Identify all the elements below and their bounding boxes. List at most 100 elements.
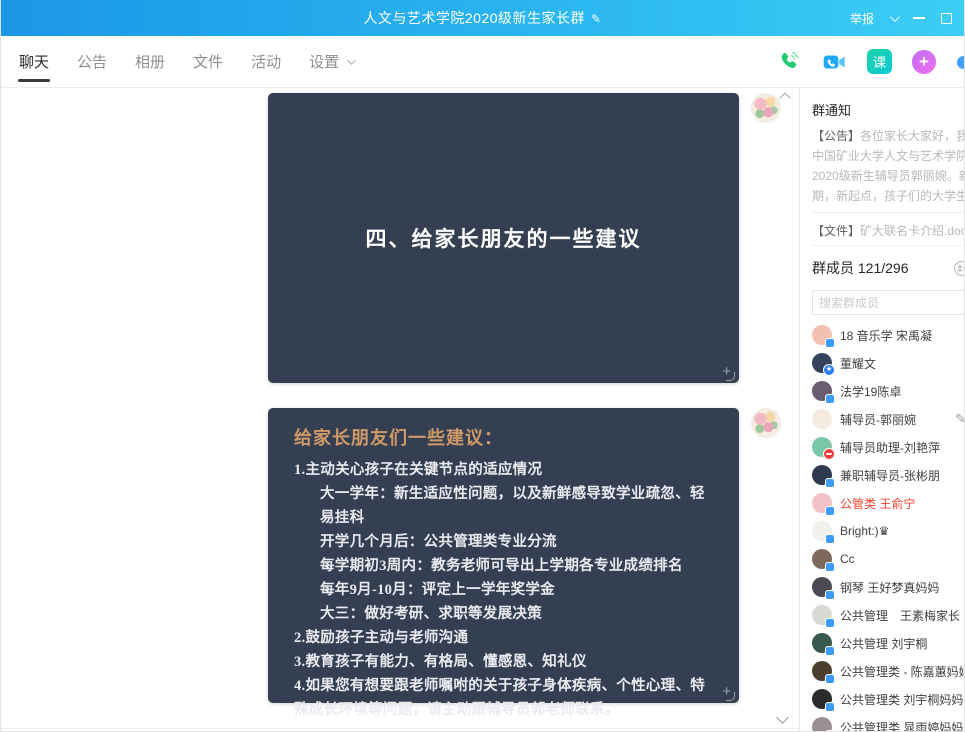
slide-text-line: 开学几个月后：公共管理类专业分流 [294,530,715,554]
member-name: 法学19陈卓 [840,383,901,400]
member-avatar [812,353,832,373]
status-badge-icon [825,646,835,656]
file-notice-row[interactable]: 【文件】矿大联名卡介绍.doc [812,222,964,239]
title-bar: 人文与艺术学院2020级新生家长群 ✎ 举报 [1,0,964,36]
status-badge-icon [823,448,835,460]
class-icon-label: 课 [873,52,886,71]
member-avatar [812,465,832,485]
status-badge-icon [823,364,835,376]
member-row[interactable]: 公共管理类 刘宇桐妈妈 ✎ [812,685,964,713]
tab-label: 聊天 [19,51,49,72]
tab[interactable]: 聊天 [19,36,49,87]
member-name: 钢琴 王好梦真妈妈 [840,579,939,596]
member-row[interactable]: 董耀文 ✎ [812,349,964,377]
member-name: 公管类 王俞宁 [840,495,915,512]
member-name: 辅导员-郭丽婉 [840,411,916,428]
class-group-icon[interactable]: 课 [867,49,892,74]
voice-call-button[interactable] [775,49,801,75]
window-controls: 举报 [850,0,952,36]
window-title: 人文与艺术学院2020级新生家长群 [363,10,585,26]
title-center: 人文与艺术学院2020级新生家长群 ✎ [1,8,964,28]
announcement-label: 【公告】 [812,129,860,143]
member-row[interactable]: 辅导员助理-刘艳萍 ✎ [812,433,964,461]
member-avatar [812,633,832,653]
member-row[interactable]: 公共管理类 晁雨婷妈妈 ✎ [812,713,964,732]
status-badge-icon [825,394,835,404]
file-name: 矿大联名卡介绍.doc [860,224,964,238]
content-area: 四、给家长朋友的一些建议 + 给家长朋友们一些建议： 1.主动关心孩子在关键节点… [1,88,964,732]
scroll-down-icon[interactable] [776,711,789,724]
members-header: 群成员 121/296 [812,258,964,278]
member-row[interactable]: 法学19陈卓 ✎ [812,377,964,405]
status-badge-icon [825,534,835,544]
slide-text-line: 大一学年：新生适应性问题，以及新鲜感导致学业疏忽、轻易挂科 [294,482,715,530]
minimize-button[interactable] [913,17,925,19]
report-button[interactable]: 举报 [850,10,874,27]
tab[interactable]: 文件 [193,36,223,87]
sender-avatar[interactable] [751,408,781,438]
video-call-button[interactable] [821,49,847,75]
tab[interactable]: 活动 [251,36,281,87]
slide-text-line: 1.主动关心孩子在关键节点的适应情况 [294,458,715,482]
tab-label: 设置 [309,51,339,72]
mute-members-icon[interactable] [953,260,964,277]
member-row[interactable]: 公共管理 王素梅家长 ✎ [812,601,964,629]
member-name: 公共管理类 - 陈嘉蕙妈妈 [840,663,964,680]
tab[interactable]: 相册 [135,36,165,87]
slide-body: 1.主动关心孩子在关键节点的适应情况大一学年：新生适应性问题，以及新鲜感导致学业… [294,458,715,722]
status-badge-icon [825,506,835,516]
member-row[interactable]: 辅导员-郭丽婉 ✎ [812,405,964,433]
tab[interactable]: 公告 [77,36,107,87]
tab-list: 聊天 公告 相册 文件 活动 设置 [19,36,353,87]
member-row[interactable]: 钢琴 王好梦真妈妈 ✎ [812,573,964,601]
member-name: 辅导员助理-刘艳萍 [840,439,940,456]
member-avatar [812,437,832,457]
zoom-in-icon[interactable]: + [722,684,731,699]
tab-label: 文件 [193,51,223,72]
slide-image-message[interactable]: 四、给家长朋友的一些建议 + [268,93,739,383]
member-row[interactable]: 兼职辅导员-张彬朋 ✎ [812,461,964,489]
chevron-down-icon [347,56,355,64]
member-row[interactable]: 公共管理类 - 陈嘉蕙妈妈 ✎ [812,657,964,685]
slide-text-line: 3.教育孩子有能力、有格局、懂感恩、知礼仪 [294,650,715,674]
tab-label: 相册 [135,51,165,72]
member-row[interactable]: 18 音乐学 宋禹凝 ✎ [812,321,964,349]
member-avatar [812,717,832,732]
edit-member-card-icon[interactable]: ✎ [955,411,964,427]
member-name: 公共管理 刘宇桐 [840,635,927,652]
add-button[interactable]: + [912,50,936,74]
member-name: 公共管理类 晁雨婷妈妈 [840,719,963,732]
maximize-button[interactable] [941,13,952,24]
member-avatar [812,381,832,401]
member-avatar [812,689,832,709]
slide-heading: 给家长朋友们一些建议： [294,424,715,450]
slide-image-message[interactable]: 给家长朋友们一些建议： 1.主动关心孩子在关键节点的适应情况大一学年：新生适应性… [268,408,739,703]
slide-text-line: 2.鼓励孩子主动与老师沟通 [294,626,715,650]
member-name: 公共管理 王素梅家长 [840,607,960,624]
member-row[interactable]: 公管类 王俞宁 ✎ [812,489,964,517]
qq-group-chat-window: 人文与艺术学院2020级新生家长群 ✎ 举报 聊天 公告 相册 [0,0,965,732]
zoom-in-icon[interactable]: + [722,364,731,379]
member-row[interactable]: Cc ✎ [812,545,964,573]
status-badge-icon [825,618,835,628]
edit-group-name-icon[interactable]: ✎ [591,12,602,26]
member-row[interactable]: 公共管理 刘宇桐 ✎ [812,629,964,657]
member-avatar [812,521,832,541]
member-name: Bright:)♛ [840,524,889,538]
status-badge-icon [825,562,835,572]
member-name: 董耀文 [840,355,876,372]
sender-avatar[interactable] [751,93,781,123]
group-notice-header[interactable]: 群通知 [812,100,964,119]
member-row[interactable]: Bright:)♛ ✎ [812,517,964,545]
file-label: 【文件】 [812,224,860,238]
member-name: 兼职辅导员-张彬朋 [840,467,940,484]
phone-icon [775,49,801,75]
member-search-input[interactable] [812,290,964,315]
member-avatar [812,493,832,513]
collapse-panel-icon[interactable] [779,92,790,103]
clipped-icon [957,56,965,69]
slide-text-line: 每年9月-10月：评定上一学年奖学金 [294,578,715,602]
tab[interactable]: 设置 [309,36,353,87]
chevron-down-icon[interactable] [890,12,900,22]
announcement-preview[interactable]: 【公告】各位家长大家好，我是中国矿业大学人文与艺术学院2020级新生辅导员郭丽婉… [812,126,964,206]
